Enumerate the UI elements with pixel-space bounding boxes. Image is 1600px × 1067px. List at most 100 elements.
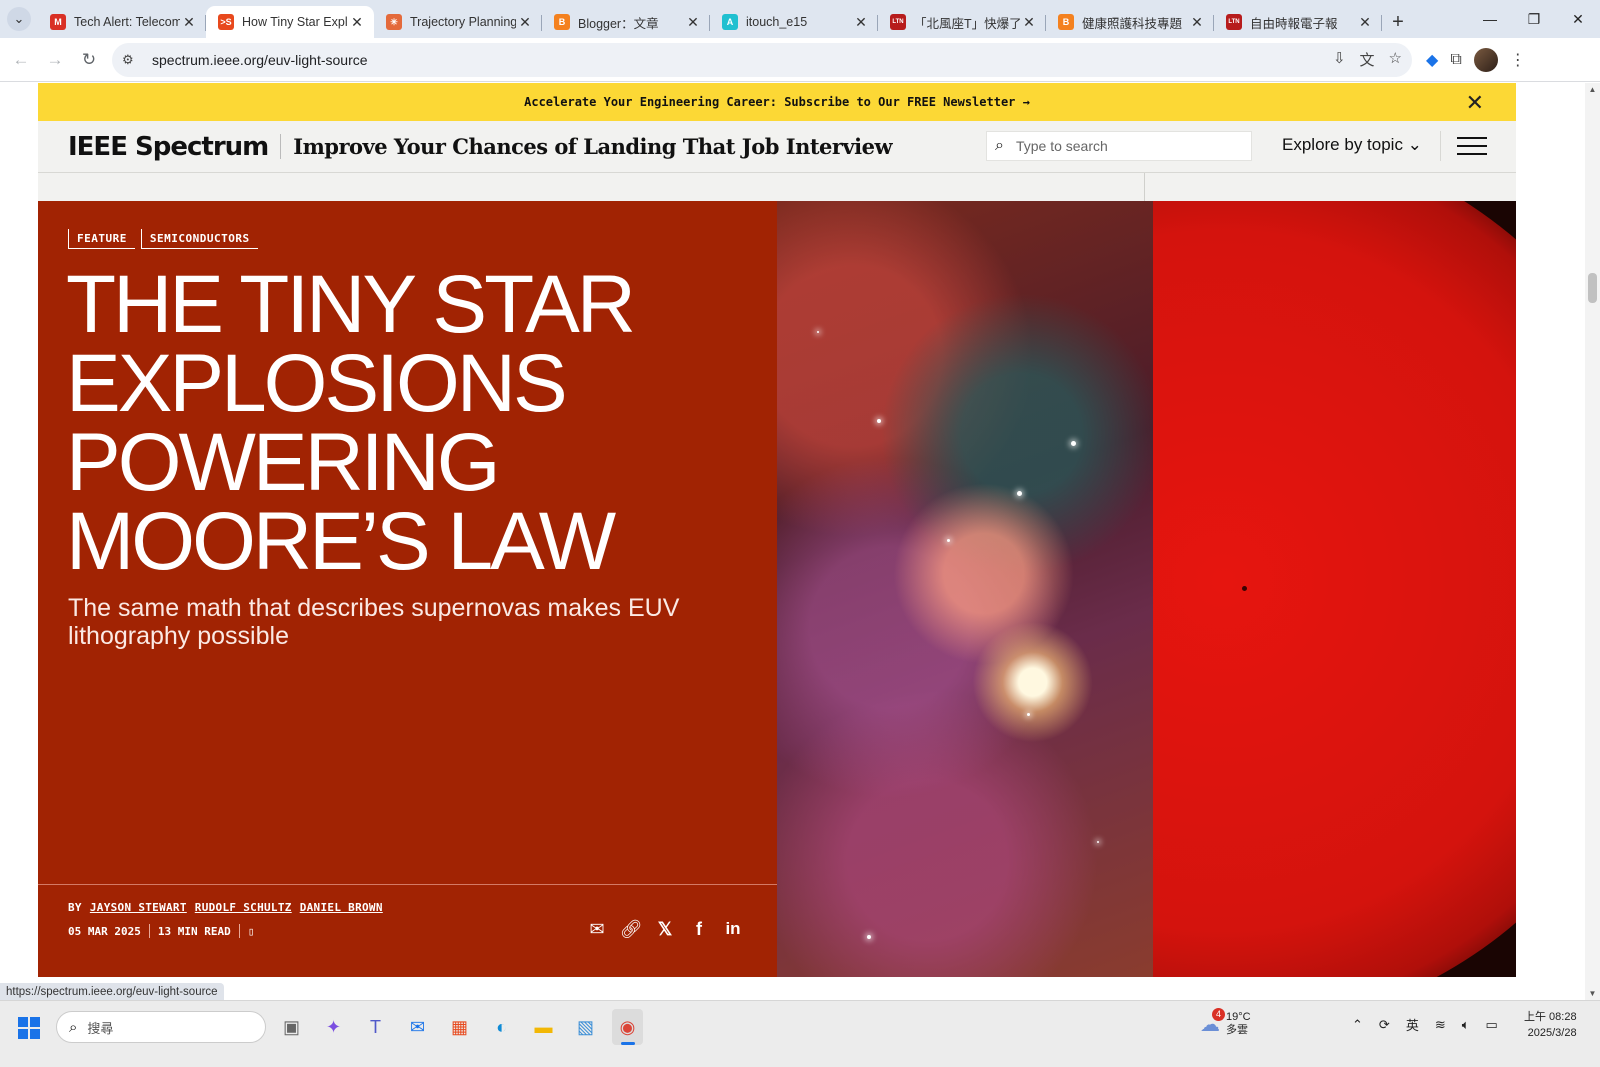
facebook-icon[interactable]: f	[689, 919, 709, 939]
profile-avatar[interactable]	[1473, 47, 1498, 72]
scroll-down-arrow[interactable]: ▼	[1585, 989, 1600, 998]
banner-close-icon[interactable]: ✕	[1466, 91, 1484, 116]
new-tab-button[interactable]: +	[1382, 6, 1414, 38]
author-link[interactable]: JAYSON STEWART	[90, 901, 187, 914]
taskbar-search[interactable]: ⌕ 搜尋	[56, 1011, 266, 1043]
translate-icon[interactable]: 文	[1360, 49, 1375, 70]
tag-feature[interactable]: FEATURE	[68, 229, 135, 249]
start-button[interactable]	[18, 1017, 40, 1039]
tab-close-icon[interactable]: ✕	[1356, 14, 1374, 31]
browser-tab[interactable]: LTN 「北風座T」快爆了 ✕	[878, 6, 1046, 38]
weather-badge: 4	[1212, 1007, 1225, 1021]
blogger-icon: B	[554, 14, 570, 30]
weather-desc: 多雲	[1226, 1024, 1248, 1036]
browser-tab[interactable]: Aitouch_e15 ✕	[710, 6, 878, 38]
scroll-up-arrow[interactable]: ▲	[1585, 85, 1600, 94]
article-title: The Tiny Star Explosions Powering Moore’…	[66, 259, 636, 587]
author-link[interactable]: RUDOLF SCHULTZ	[195, 901, 292, 914]
tab-title: Trajectory Planning	[410, 15, 516, 29]
weather-temp: 19°C	[1226, 1011, 1251, 1023]
star	[1097, 841, 1099, 843]
forward-button[interactable]: →	[38, 43, 72, 77]
wifi-icon[interactable]: ≋	[1435, 1017, 1446, 1033]
chevron-up-icon[interactable]: ⌃	[1352, 1017, 1363, 1033]
article-tags: FEATURE SEMICONDUCTORS	[68, 229, 258, 249]
page-viewport: Accelerate Your Engineering Career: Subs…	[0, 83, 1585, 1000]
sync-icon[interactable]: ⟳	[1379, 1017, 1390, 1033]
tab-close-icon[interactable]: ✕	[516, 14, 534, 31]
x-icon[interactable]: 𝕏	[655, 919, 675, 939]
tab-title: How Tiny Star Expl	[242, 15, 348, 29]
file-explorer-icon[interactable]: ▣	[276, 1009, 307, 1045]
tab-close-icon[interactable]: ✕	[1188, 14, 1206, 31]
tab-title: itouch_e15	[746, 15, 808, 29]
taskbar-clock[interactable]: 上午 08:28 2025/3/28	[1524, 1009, 1577, 1041]
newsletter-banner[interactable]: Accelerate Your Engineering Career: Subs…	[38, 83, 1516, 121]
window-controls: — ❐ ✕	[1468, 0, 1600, 38]
tab-search-button[interactable]: ⌄	[0, 0, 38, 38]
tab-close-icon[interactable]: ✕	[684, 14, 702, 31]
page-scrollbar[interactable]: ▲ ▼	[1585, 83, 1600, 1000]
hero-text-panel: FEATURE SEMICONDUCTORS The Tiny Star Exp…	[38, 201, 777, 977]
restore-button[interactable]: ❐	[1512, 0, 1556, 38]
ime-indicator[interactable]: 英	[1406, 1015, 1419, 1034]
tab-close-icon[interactable]: ✕	[348, 14, 366, 31]
folder-icon[interactable]: ▬	[528, 1009, 559, 1045]
address-url[interactable]: spectrum.ieee.org/euv-light-source	[152, 52, 1333, 68]
photos-icon[interactable]: ▧	[570, 1009, 601, 1045]
hamburger-menu-icon[interactable]	[1440, 131, 1492, 161]
mail-icon[interactable]: ✉	[402, 1009, 433, 1045]
extensions-icon[interactable]: ⧉	[1450, 51, 1461, 69]
volume-icon[interactable]: 🔈︎	[1462, 1017, 1470, 1033]
bookmark-star-icon[interactable]: ☆	[1389, 49, 1402, 70]
tab-title: 自由時報電子報	[1250, 16, 1338, 31]
minimize-button[interactable]: —	[1468, 0, 1512, 38]
browser-tab[interactable]: B Blogger：文章 ✕	[542, 6, 710, 38]
banner-text[interactable]: Accelerate Your Engineering Career: Subs…	[524, 95, 1030, 109]
browser-tab[interactable]: ✳ Trajectory Planning ✕	[374, 6, 542, 38]
author-link[interactable]: DANIEL BROWN	[300, 901, 383, 914]
browser-tab[interactable]: >S How Tiny Star Expl ✕	[206, 6, 374, 38]
bookmark-icon[interactable]: ▯	[248, 925, 255, 938]
reload-button[interactable]: ↻	[72, 43, 106, 77]
browser-tab[interactable]: B 健康照護科技專題 ✕	[1046, 6, 1214, 38]
plus-icon: +	[1392, 10, 1404, 33]
link-icon[interactable]: 🔗︎	[620, 919, 643, 939]
linkedin-icon[interactable]: in	[723, 919, 743, 939]
weather-widget[interactable]: ☁ 4 19°C 多雲	[1200, 1007, 1251, 1037]
site-logo[interactable]: IEEE Spectrum	[68, 132, 269, 162]
search-placeholder: Type to search	[1015, 138, 1108, 154]
tab-close-icon[interactable]: ✕	[180, 14, 198, 31]
tag-semiconductors[interactable]: SEMICONDUCTORS	[140, 229, 258, 249]
back-button[interactable]: ←	[4, 43, 38, 77]
address-bar[interactable]: ⚙ spectrum.ieee.org/euv-light-source ⇩ 文…	[112, 42, 1412, 77]
clock-date: 2025/3/28	[1527, 1027, 1577, 1039]
install-app-icon[interactable]: ⇩	[1333, 49, 1346, 70]
site-info-icon[interactable]: ⚙	[122, 52, 144, 68]
tab-list: M Tech Alert: Telecom ✕ >S How Tiny Star Exp…	[38, 6, 1382, 38]
edge-icon[interactable]: ◐	[486, 1009, 517, 1045]
email-icon[interactable]: ✉	[587, 919, 607, 939]
promo-headline[interactable]: Improve Your Chances of Landing That Job…	[280, 134, 893, 159]
chrome-icon[interactable]: ◉	[612, 1009, 643, 1045]
tab-close-icon[interactable]: ✕	[852, 14, 870, 31]
reload-icon: ↻	[81, 49, 97, 69]
extension-pin-icon[interactable]: ◆	[1426, 50, 1438, 70]
tab-strip: ⌄ M Tech Alert: Telecom ✕ >S How Tiny Star E…	[0, 0, 1600, 38]
tab-close-icon[interactable]: ✕	[1020, 14, 1038, 31]
system-tray: ⌃ ⟳ 英 ≋ 🔈︎ ▭	[1352, 1015, 1498, 1034]
scrollbar-thumb[interactable]	[1588, 273, 1597, 303]
close-window-button[interactable]: ✕	[1556, 0, 1600, 38]
windows-taskbar: ⌕ 搜尋 ▣ ✦ T ✉ ▦ ◐ ▬ ▧ ◉ ☁ 4 19°C 多雲 ⌃ ⟳ 英 …	[0, 1000, 1600, 1067]
browser-tab[interactable]: M Tech Alert: Telecom ✕	[38, 6, 206, 38]
browser-tab[interactable]: LTN 自由時報電子報 ✕	[1214, 6, 1382, 38]
site-search-input[interactable]: ⌕ Type to search	[986, 131, 1252, 161]
meta-divider	[238, 924, 240, 938]
battery-icon[interactable]: ▭	[1486, 1017, 1498, 1033]
ltn-icon: LTN	[1226, 14, 1242, 30]
copilot-icon[interactable]: ✦	[318, 1009, 349, 1045]
kebab-menu-icon[interactable]: ⋮	[1510, 50, 1526, 70]
teams-icon[interactable]: T	[360, 1009, 391, 1045]
store-icon[interactable]: ▦	[444, 1009, 475, 1045]
explore-by-topic-button[interactable]: Explore by topic ⌄	[1282, 135, 1422, 155]
